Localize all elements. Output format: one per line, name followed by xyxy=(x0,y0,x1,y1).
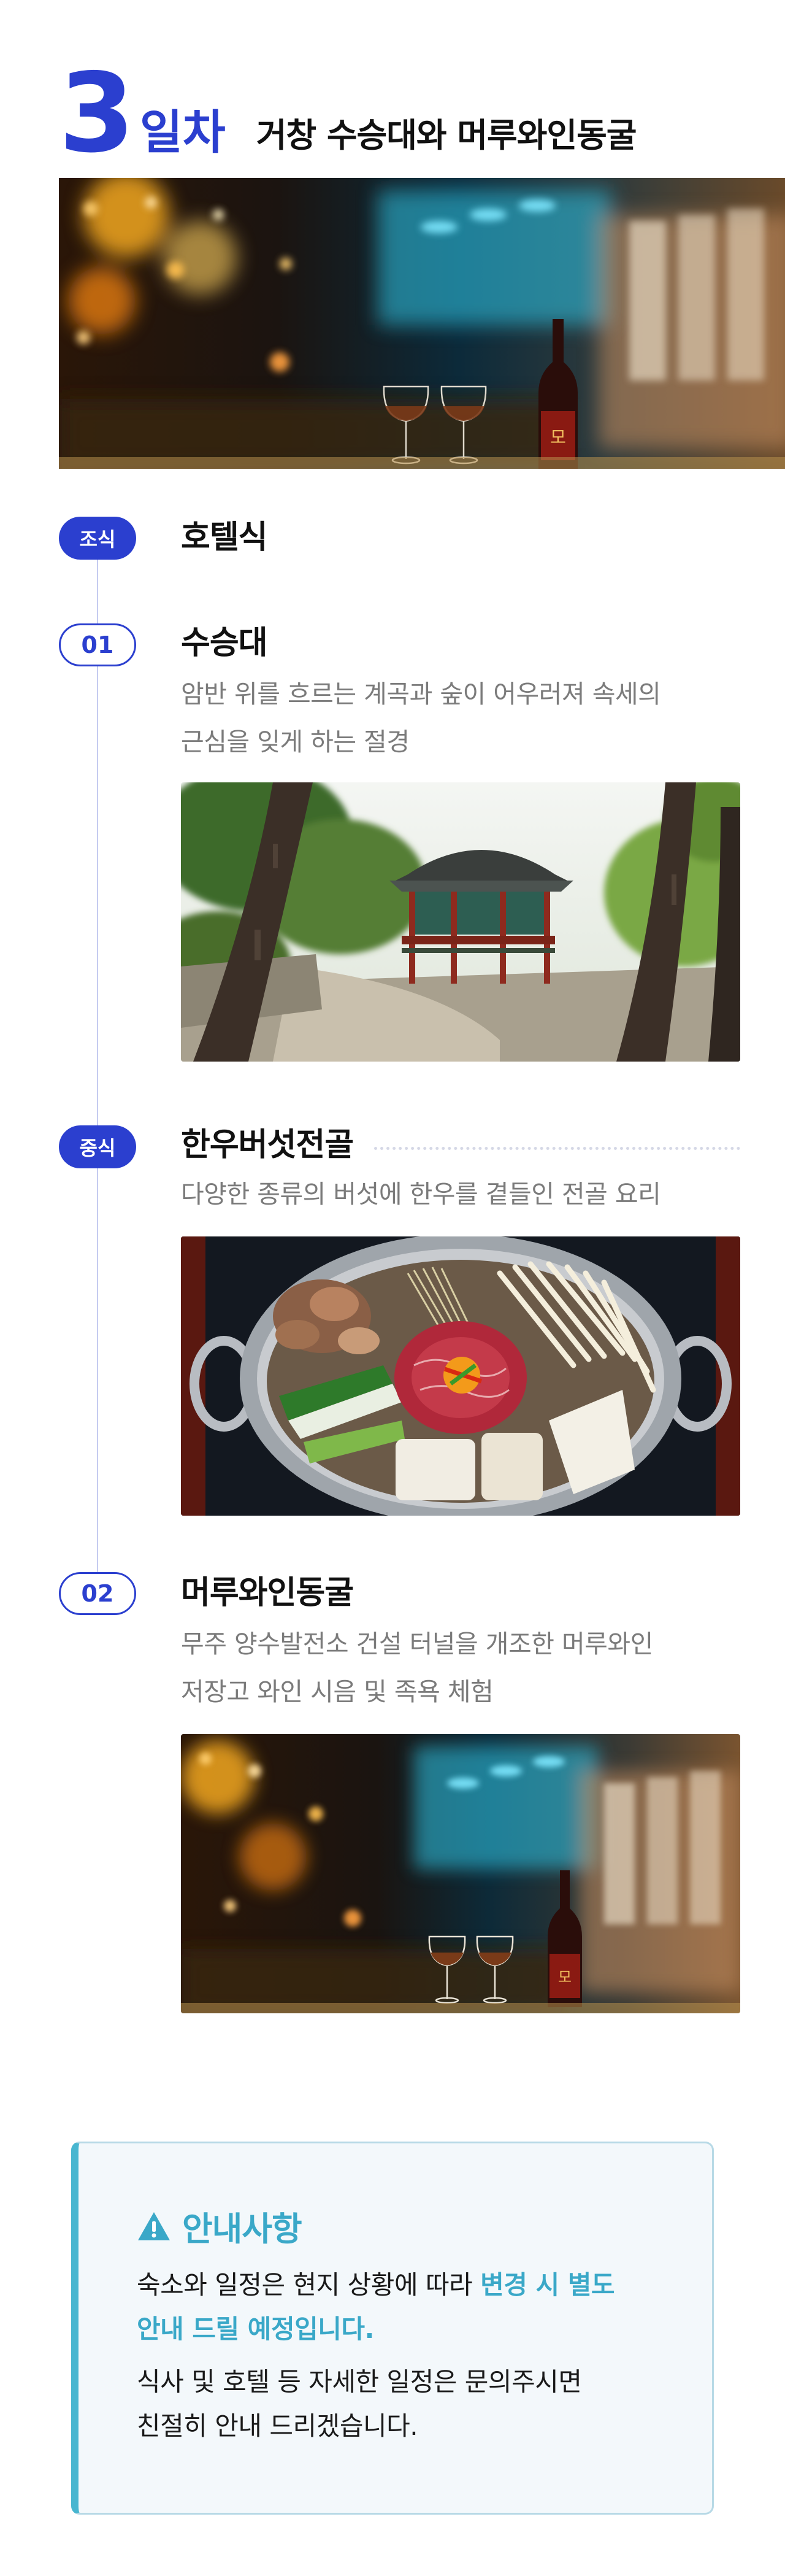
notice-box: 안내사항 숙소와 일정은 현지 상황에 따라 변경 시 별도 안내 드릴 예정입… xyxy=(71,2142,714,2515)
breakfast-badge: 조식 xyxy=(59,517,136,560)
stop-01-desc-line: 근심을 잊게 하는 절경 xyxy=(181,727,410,757)
day-number: 3 xyxy=(59,49,135,177)
warning-icon xyxy=(138,2212,170,2240)
lunch-desc-line: 다양한 종류의 버섯에 한우를 곁들인 전골 요리 xyxy=(181,1179,661,1209)
meoru-wine-cave-image: 모 xyxy=(181,1734,740,2013)
notice-text: 친절히 안내 드리겠습니다. xyxy=(137,2411,418,2441)
dotted-divider xyxy=(374,1147,740,1150)
suseungdae-pavilion-image xyxy=(181,782,740,1062)
stop-01-badge: 01 xyxy=(59,623,136,666)
notice-text-line: 안내 드릴 예정입니다. xyxy=(137,2316,374,2342)
notice-highlight: 안내 드릴 예정입니다. xyxy=(137,2314,374,2344)
stop-02-description: 무주 양수발전소 건설 터널을 개조한 머루와인 저장고 와인 시음 및 족욕 … xyxy=(181,1620,745,1716)
day-header: 3 일차 거창 수승대와 머루와인동굴 xyxy=(59,49,637,177)
svg-text:모: 모 xyxy=(558,1969,572,1986)
notice-header: 안내사항 xyxy=(137,2202,302,2250)
notice-text: 식사 및 호텔 등 자세한 일정은 문의주시면 xyxy=(137,2367,582,2397)
wine-cave-hero-image: 모 xyxy=(59,178,785,469)
notice-highlight: 변경 시 별도 xyxy=(480,2270,615,2300)
stop-02-title: 머루와인동굴 xyxy=(181,1575,354,1611)
day-title: 거창 수승대와 머루와인동굴 xyxy=(256,116,637,155)
breakfast-title: 호텔식 xyxy=(181,519,268,556)
lunch-badge: 중식 xyxy=(59,1125,136,1168)
hanwoo-mushroom-hotpot-image xyxy=(181,1236,740,1516)
notice-text: 숙소와 일정은 현지 상황에 따라 xyxy=(137,2270,481,2300)
lunch-description: 다양한 종류의 버섯에 한우를 곁들인 전골 요리 xyxy=(181,1170,745,1218)
stop-01-desc-line: 암반 위를 흐르는 계곡과 숲이 어우러져 속세의 xyxy=(181,679,661,709)
stop-02-desc-line: 저장고 와인 시음 및 족욕 체험 xyxy=(181,1677,494,1706)
notice-title: 안내사항 xyxy=(182,2210,302,2248)
lunch-title: 한우버섯전골 xyxy=(181,1127,354,1163)
stop-01-title: 수승대 xyxy=(181,625,268,661)
stop-02-badge: 02 xyxy=(59,1572,136,1615)
day-label: 일차 xyxy=(139,105,226,160)
notice-text-line: 숙소와 일정은 현지 상황에 따라 변경 시 별도 xyxy=(137,2272,615,2298)
svg-text:모: 모 xyxy=(550,427,566,447)
stop-02-desc-line: 무주 양수발전소 건설 터널을 개조한 머루와인 xyxy=(181,1629,653,1659)
stop-01-description: 암반 위를 흐르는 계곡과 숲이 어우러져 속세의 근심을 잊게 하는 절경 xyxy=(181,670,745,766)
timeline-line xyxy=(97,555,98,1592)
